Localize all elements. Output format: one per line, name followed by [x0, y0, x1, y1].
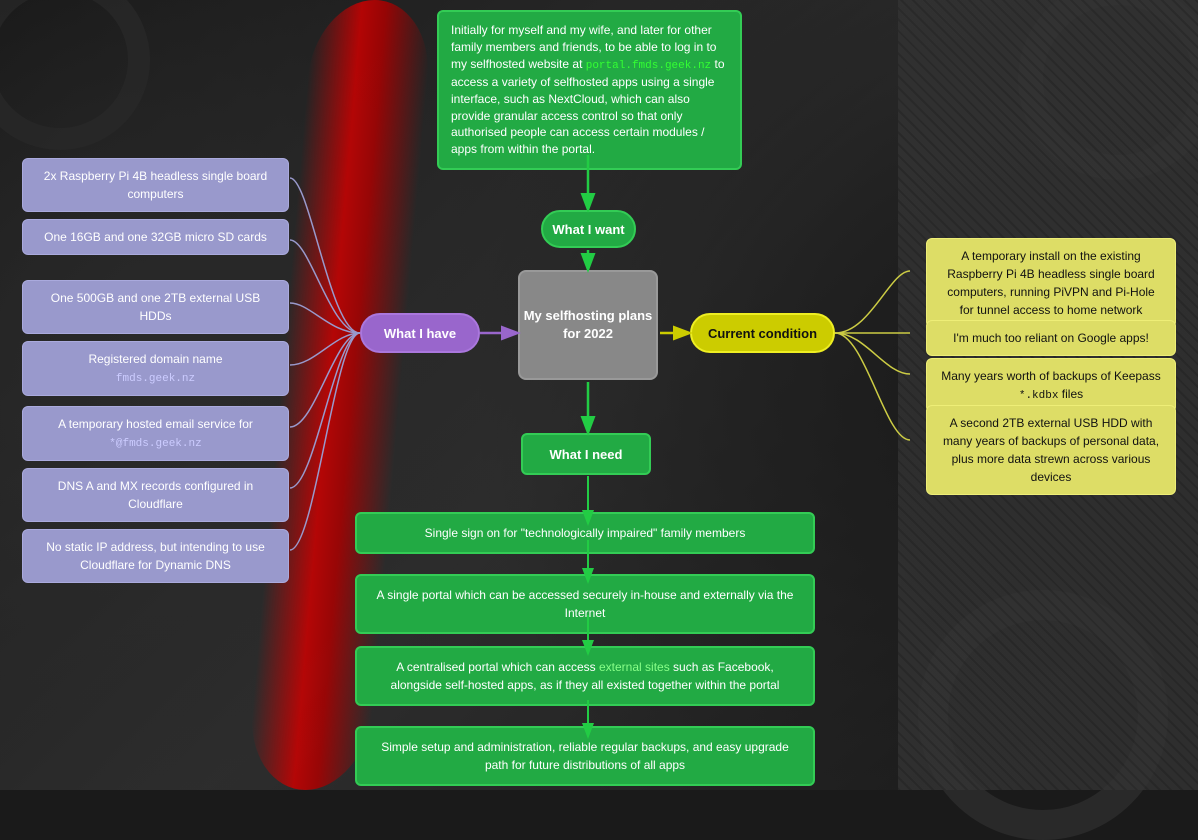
- left-item-2-text: One 500GB and one 2TB external USB HDDs: [51, 291, 260, 323]
- left-item-6: No static IP address, but intending to u…: [22, 529, 289, 583]
- right-item-1: I'm much too reliant on Google apps!: [926, 320, 1176, 356]
- left-item-0: 2x Raspberry Pi 4B headless single board…: [22, 158, 289, 212]
- bottom-item-2-text: A centralised portal which can access ex…: [391, 660, 780, 692]
- left-item-4-text: A temporary hosted email service for*@fm…: [58, 417, 253, 449]
- main-container: Initially for myself and my wife, and la…: [0, 0, 1198, 790]
- left-item-1: One 16GB and one 32GB micro SD cards: [22, 219, 289, 255]
- bottom-item-1-text: A single portal which can be accessed se…: [377, 588, 794, 620]
- left-item-6-text: No static IP address, but intending to u…: [46, 540, 265, 572]
- left-item-0-text: 2x Raspberry Pi 4B headless single board…: [44, 169, 267, 201]
- left-item-3-text: Registered domain namefmds.geek.nz: [88, 352, 222, 384]
- bottom-item-2: A centralised portal which can access ex…: [355, 646, 815, 706]
- right-item-0: A temporary install on the existing Rasp…: [926, 238, 1176, 328]
- center-node: My selfhosting plans for 2022: [518, 270, 658, 380]
- center-node-text: My selfhosting plans for 2022: [520, 307, 656, 343]
- left-item-5-text: DNS A and MX records configured in Cloud…: [58, 479, 253, 511]
- left-item-1-text: One 16GB and one 32GB micro SD cards: [44, 230, 267, 244]
- left-item-4: A temporary hosted email service for*@fm…: [22, 406, 289, 461]
- what-i-need-node: What I need: [521, 433, 651, 475]
- bottom-item-0-text: Single sign on for "technologically impa…: [425, 526, 746, 540]
- what-i-want-label: What I want: [552, 222, 624, 237]
- left-item-5: DNS A and MX records configured in Cloud…: [22, 468, 289, 522]
- what-i-need-label: What I need: [550, 447, 623, 462]
- bottom-item-3: Simple setup and administration, reliabl…: [355, 726, 815, 786]
- left-item-2: One 500GB and one 2TB external USB HDDs: [22, 280, 289, 334]
- what-i-have-label: What I have: [384, 326, 456, 341]
- top-description-text: Initially for myself and my wife, and la…: [451, 22, 728, 158]
- right-item-0-text: A temporary install on the existing Rasp…: [947, 249, 1154, 317]
- left-item-3: Registered domain namefmds.geek.nz: [22, 341, 289, 396]
- top-description-box: Initially for myself and my wife, and la…: [437, 10, 742, 170]
- bottom-item-1: A single portal which can be accessed se…: [355, 574, 815, 634]
- what-i-have-node: What I have: [360, 313, 480, 353]
- what-i-want-node: What I want: [541, 210, 636, 248]
- right-item-2-text: Many years worth of backups of Keepass *…: [941, 369, 1160, 401]
- bottom-item-3-text: Simple setup and administration, reliabl…: [381, 740, 789, 772]
- right-item-3: A second 2TB external USB HDD with many …: [926, 405, 1176, 495]
- right-item-3-text: A second 2TB external USB HDD with many …: [943, 416, 1159, 484]
- bottom-item-0: Single sign on for "technologically impa…: [355, 512, 815, 554]
- portal-link: portal.fmds.geek.nz: [586, 60, 711, 72]
- current-condition-node: Current condition: [690, 313, 835, 353]
- current-condition-label: Current condition: [708, 326, 817, 341]
- right-item-1-text: I'm much too reliant on Google apps!: [953, 331, 1149, 345]
